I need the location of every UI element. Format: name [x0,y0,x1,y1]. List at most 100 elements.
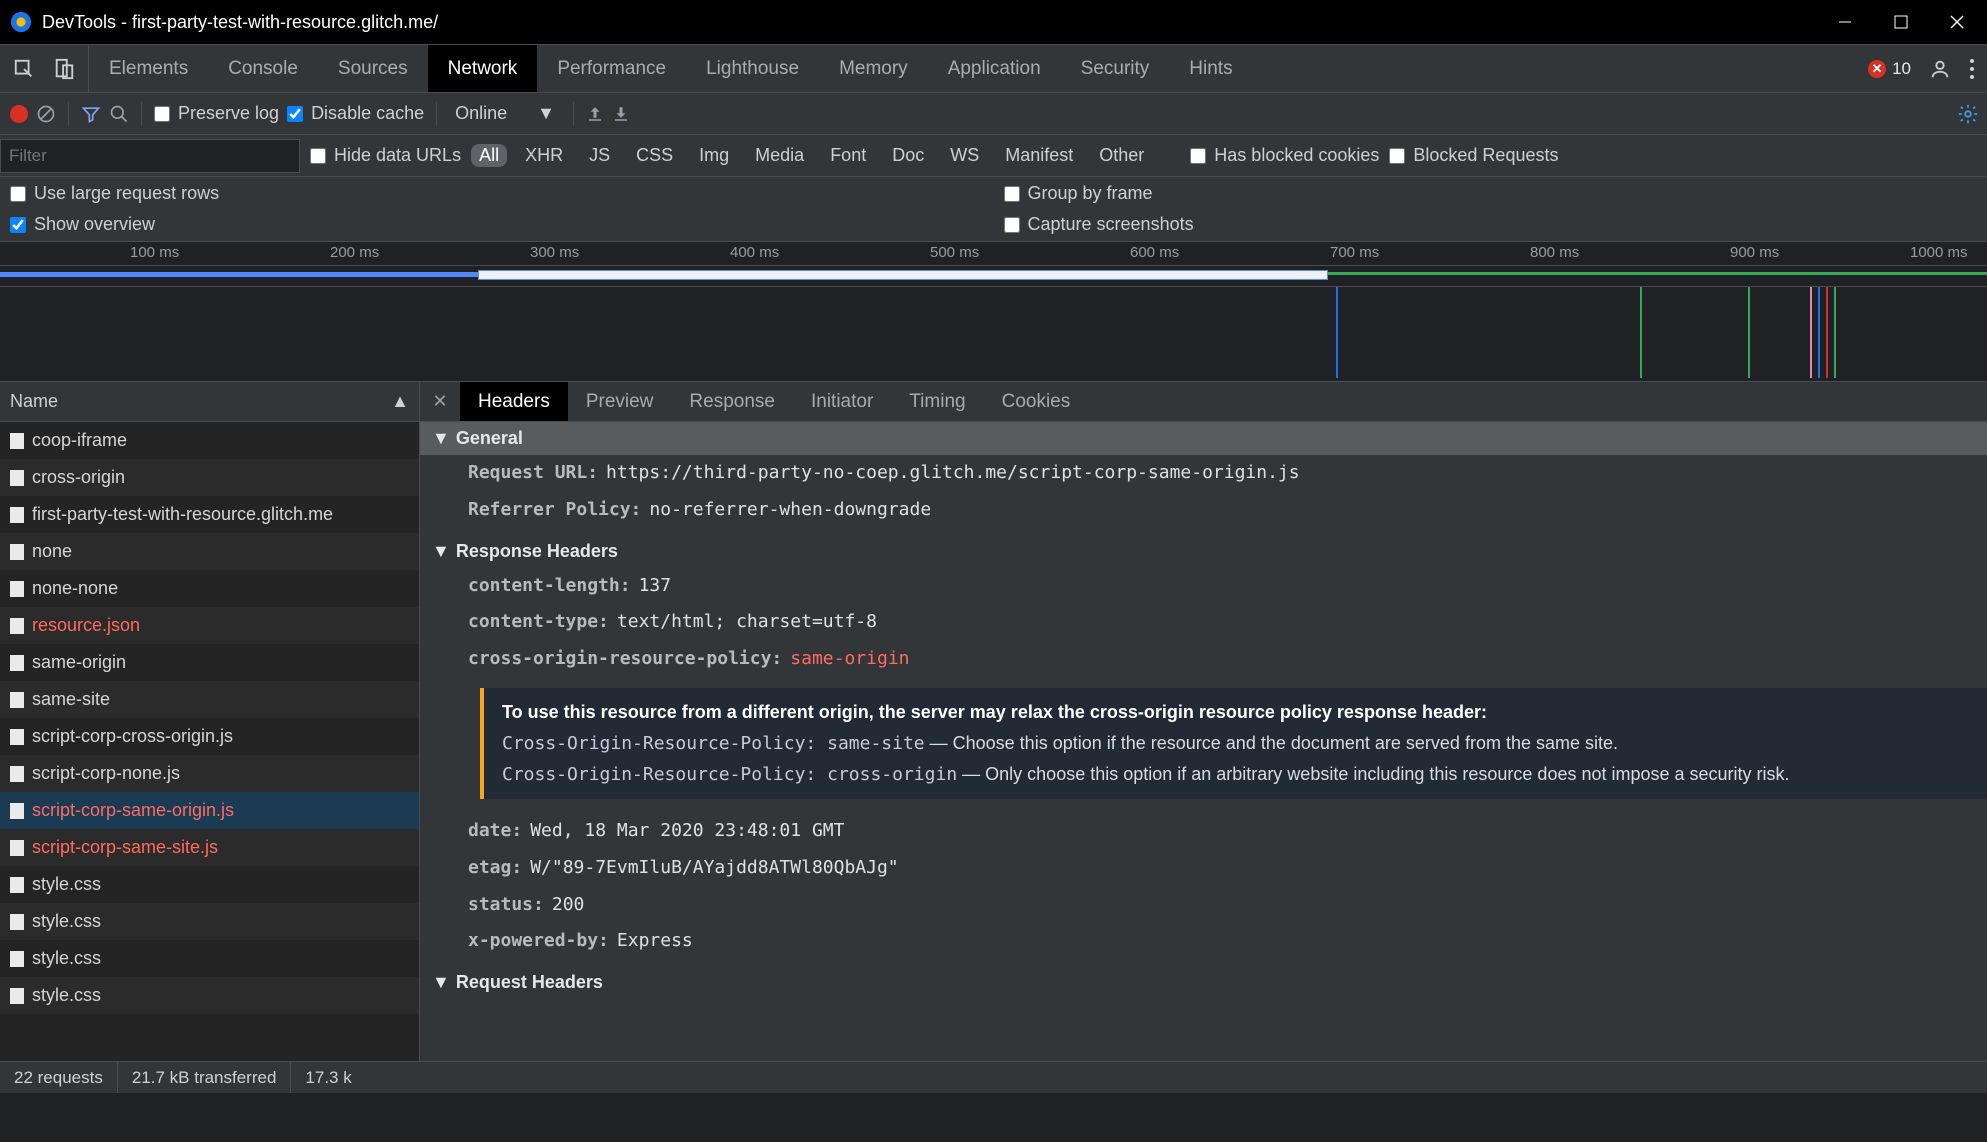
capture-screenshots-checkbox[interactable]: Capture screenshots [1004,214,1978,235]
file-row[interactable]: coop-iframe [0,422,419,459]
file-row[interactable]: script-corp-same-site.js [0,829,419,866]
section-request-headers[interactable]: ▼Request Headers [420,966,1987,999]
tab-network[interactable]: Network [428,45,538,92]
file-row[interactable]: same-site [0,681,419,718]
file-name: none-none [32,578,118,599]
gear-icon[interactable] [1957,103,1979,125]
blocked-cookies-checkbox[interactable]: Has blocked cookies [1190,145,1379,166]
tab-application[interactable]: Application [928,45,1061,92]
file-list: coop-iframecross-originfirst-party-test-… [0,422,419,1061]
type-manifest[interactable]: Manifest [997,144,1081,167]
filter-input[interactable] [0,139,300,173]
file-name: script-corp-cross-origin.js [32,726,233,747]
tab-security[interactable]: Security [1061,45,1170,92]
close-pane-icon[interactable]: ✕ [420,382,460,421]
device-icon[interactable] [46,51,82,87]
filter-bar: Hide data URLs All XHR JS CSS Img Media … [0,134,1987,176]
filter-icon[interactable] [81,104,101,124]
group-by-frame-checkbox[interactable]: Group by frame [1004,183,1978,204]
hide-data-urls-checkbox[interactable]: Hide data URLs [310,145,461,166]
dtab-timing[interactable]: Timing [891,382,983,421]
inspect-icon[interactable] [6,51,42,87]
error-indicator[interactable]: ✕ 10 [1868,59,1911,79]
file-icon [10,692,24,708]
preserve-log-checkbox[interactable]: Preserve log [154,103,279,124]
file-name: script-corp-none.js [32,763,180,784]
tick: 400 ms [730,244,779,261]
file-name: script-corp-same-site.js [32,837,218,858]
clear-button[interactable] [36,104,56,124]
type-all[interactable]: All [471,144,507,167]
tab-elements[interactable]: Elements [89,45,208,92]
file-row[interactable]: style.css [0,977,419,1014]
type-js[interactable]: JS [581,144,618,167]
file-row[interactable]: style.css [0,940,419,977]
file-row[interactable]: none-none [0,570,419,607]
file-row[interactable]: style.css [0,866,419,903]
timeline[interactable]: 100 ms 200 ms 300 ms 400 ms 500 ms 600 m… [0,241,1987,381]
file-row[interactable]: first-party-test-with-resource.glitch.me [0,496,419,533]
tick: 600 ms [1130,244,1179,261]
type-doc[interactable]: Doc [884,144,932,167]
type-css[interactable]: CSS [628,144,681,167]
disable-cache-checkbox[interactable]: Disable cache [287,103,424,124]
tick: 500 ms [930,244,979,261]
more-icon[interactable] [1969,58,1975,80]
tab-performance[interactable]: Performance [537,45,686,92]
dtab-headers[interactable]: Headers [460,382,568,421]
blocked-requests-label: Blocked Requests [1413,145,1558,166]
tab-console[interactable]: Console [208,45,318,92]
file-row[interactable]: script-corp-cross-origin.js [0,718,419,755]
record-button[interactable] [10,105,28,123]
etag-value: W/"89-7EvmIluB/AYajdd8ATWl80QbAJg" [530,854,898,883]
type-other[interactable]: Other [1091,144,1152,167]
section-general[interactable]: ▼General [420,422,1987,455]
upload-icon[interactable] [586,105,604,123]
file-row[interactable]: cross-origin [0,459,419,496]
dtab-cookies[interactable]: Cookies [984,382,1089,421]
profile-icon[interactable] [1929,58,1951,80]
type-font[interactable]: Font [822,144,874,167]
file-row[interactable]: style.css [0,903,419,940]
file-icon [10,470,24,486]
show-overview-checkbox[interactable]: Show overview [10,214,984,235]
tab-sources[interactable]: Sources [318,45,428,92]
dtab-preview[interactable]: Preview [568,382,672,421]
file-name: style.css [32,948,101,969]
type-media[interactable]: Media [747,144,812,167]
section-response-headers[interactable]: ▼Response Headers [420,535,1987,568]
xpoweredby-value: Express [617,927,693,956]
search-icon[interactable] [109,104,129,124]
dtab-initiator[interactable]: Initiator [793,382,891,421]
download-icon[interactable] [612,105,630,123]
detail-tabs: ✕ Headers Preview Response Initiator Tim… [420,382,1987,422]
tab-memory[interactable]: Memory [819,45,928,92]
file-row[interactable]: script-corp-none.js [0,755,419,792]
type-ws[interactable]: WS [942,144,987,167]
file-row[interactable]: script-corp-same-origin.js [0,792,419,829]
chevron-down-icon: ▼ [432,541,450,562]
name-column-header[interactable]: Name ▲ [0,382,419,422]
dtab-response[interactable]: Response [671,382,793,421]
content-length-label: content-length: [468,572,631,601]
file-icon [10,914,24,930]
group-by-frame-label: Group by frame [1028,183,1153,204]
tab-hints[interactable]: Hints [1169,45,1252,92]
corp-label: cross-origin-resource-policy: [468,645,782,674]
file-row[interactable]: same-origin [0,644,419,681]
throttling-select[interactable]: Online ▼ [449,103,561,124]
show-overview-label: Show overview [34,214,155,235]
error-badge-icon: ✕ [1868,60,1886,78]
type-xhr[interactable]: XHR [517,144,571,167]
close-button[interactable] [1947,15,1967,29]
tab-lighthouse[interactable]: Lighthouse [686,45,819,92]
type-img[interactable]: Img [691,144,737,167]
blocked-requests-checkbox[interactable]: Blocked Requests [1389,145,1558,166]
maximize-button[interactable] [1891,15,1911,29]
large-rows-checkbox[interactable]: Use large request rows [10,183,984,204]
info-heading: To use this resource from a different or… [502,702,1969,723]
minimize-button[interactable] [1835,15,1855,29]
file-row[interactable]: resource.json [0,607,419,644]
file-icon [10,618,24,634]
file-row[interactable]: none [0,533,419,570]
